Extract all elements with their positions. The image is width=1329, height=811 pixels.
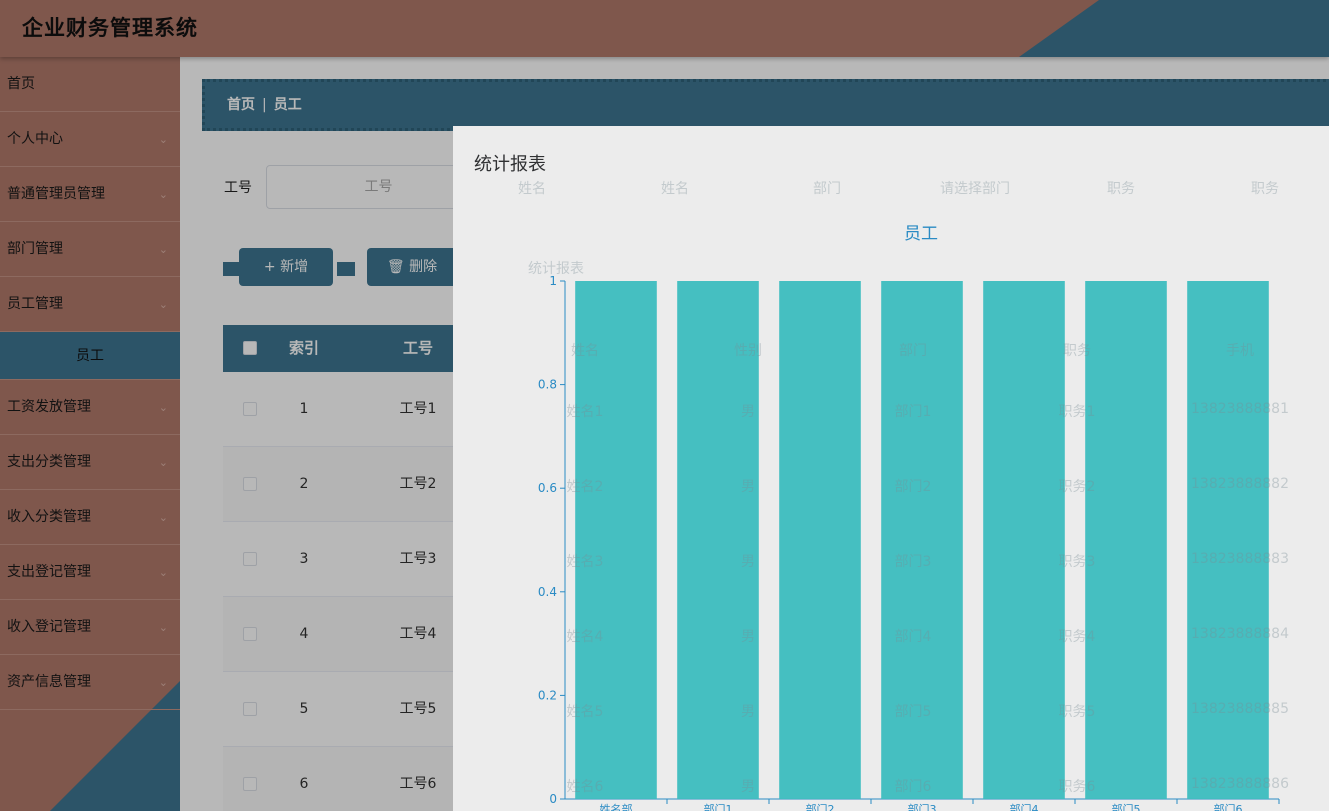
report-dialog: 统计报表 员工 0 0.2 0.4 0.6 0.8 1 姓名部 部门1 部门2 部门3 部门4 部门5… bbox=[453, 126, 1329, 811]
bar bbox=[1085, 281, 1167, 799]
bar bbox=[779, 281, 861, 799]
y-tick-label: 0.4 bbox=[538, 585, 557, 599]
y-tick-label: 0.8 bbox=[538, 378, 557, 392]
bar bbox=[1187, 281, 1269, 799]
bar bbox=[983, 281, 1065, 799]
y-tick-label: 0.6 bbox=[538, 481, 557, 495]
bar bbox=[575, 281, 657, 799]
x-tick-label: 部门2 bbox=[806, 802, 835, 811]
x-tick-label: 姓名部 bbox=[600, 802, 633, 811]
y-tick-label: 1 bbox=[549, 274, 557, 288]
bar-chart: 0 0.2 0.4 0.6 0.8 1 姓名部 部门1 部门2 部门3 部门4 部门5 部门6 bbox=[538, 274, 1280, 811]
y-tick-label: 0 bbox=[549, 792, 557, 806]
bar bbox=[881, 281, 963, 799]
x-tick-label: 部门5 bbox=[1112, 802, 1141, 811]
x-tick-label: 部门6 bbox=[1214, 802, 1243, 811]
y-tick-label: 0.2 bbox=[538, 688, 557, 702]
x-tick-label: 部门3 bbox=[908, 802, 937, 811]
x-tick-label: 部门1 bbox=[704, 802, 733, 811]
x-tick-label: 部门4 bbox=[1010, 802, 1039, 811]
bar bbox=[677, 281, 759, 799]
